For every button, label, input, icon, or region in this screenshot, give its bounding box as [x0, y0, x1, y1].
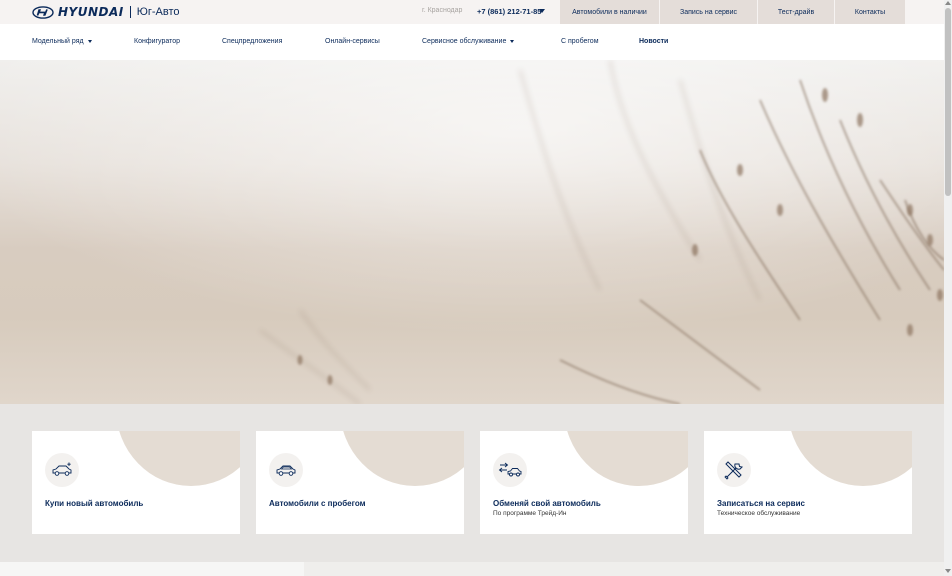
trade-in-icon	[498, 462, 522, 477]
card-decoration	[788, 431, 912, 486]
nav-item-label: Конфигуратор	[134, 38, 181, 45]
main-nav: Модельный ряд Конфигуратор Спецпредложен…	[0, 24, 944, 60]
card-title: Автомобили с пробегом	[269, 499, 366, 508]
service-booking-button[interactable]: Запись на сервис	[660, 0, 758, 24]
card-title: Купи новый автомобиль	[45, 499, 144, 508]
page-scrollbar[interactable]	[944, 0, 952, 576]
card-decoration	[340, 431, 464, 486]
phone-number[interactable]: +7 (861) 212-71-85	[477, 7, 541, 16]
nav-item-label: Онлайн-сервисы	[325, 38, 380, 45]
new-car-icon	[52, 462, 72, 476]
card-subtitle: Техническое обслуживание	[717, 510, 801, 517]
nav-item-label: Спецпредложения	[222, 38, 283, 45]
hyundai-logo-icon	[32, 5, 54, 19]
card-service-booking[interactable]: Записаться на сервис Техническое обслужи…	[704, 431, 912, 534]
city-selector[interactable]: г. Краснодар	[422, 7, 462, 14]
nav-item-news[interactable]: Новости	[639, 38, 668, 45]
nav-item-configurator[interactable]: Конфигуратор	[134, 38, 180, 45]
card-icon-wrap	[269, 453, 303, 487]
logo[interactable]: HYUNDAI Юг-Авто	[32, 5, 180, 19]
services-cards: Купи новый автомобиль Автомобили с пробе…	[0, 404, 944, 562]
nav-item-label: Сервисное обслуживание	[422, 38, 507, 45]
next-section-panel	[0, 562, 304, 576]
scroll-down-icon[interactable]	[945, 569, 951, 573]
nav-item-special-offers[interactable]: Спецпредложения	[222, 38, 282, 45]
card-buy-new-car[interactable]: Купи новый автомобиль	[32, 431, 240, 534]
brand-wordmark: HYUNDAI	[58, 5, 124, 19]
card-icon-wrap	[717, 453, 751, 487]
card-used-cars[interactable]: Автомобили с пробегом	[256, 431, 464, 534]
card-icon-wrap	[493, 453, 527, 487]
scroll-thumb[interactable]	[945, 8, 951, 196]
card-decoration	[564, 431, 688, 486]
top-bar: HYUNDAI Юг-Авто г. Краснодар +7 (861) 21…	[0, 0, 944, 24]
card-trade-in[interactable]: Обменяй свой автомобиль По программе Тре…	[480, 431, 688, 534]
cars-in-stock-button[interactable]: Автомобили в наличии	[560, 0, 660, 24]
test-drive-button[interactable]: Тест-драйв	[758, 0, 835, 24]
card-title: Записаться на сервис	[717, 499, 805, 508]
nav-item-label: Новости	[639, 38, 669, 45]
contacts-button[interactable]: Контакты	[835, 0, 906, 24]
hero-banner[interactable]	[0, 60, 944, 404]
dry-grass-image	[0, 60, 944, 404]
nav-item-label: Модельный ряд	[32, 38, 84, 45]
card-decoration	[116, 431, 240, 486]
scroll-up-icon[interactable]	[945, 1, 951, 5]
chevron-down-icon	[87, 40, 92, 43]
service-tools-icon	[724, 461, 744, 480]
used-car-icon	[276, 465, 296, 476]
phone-dropdown-icon[interactable]	[539, 9, 545, 13]
nav-item-model-range[interactable]: Модельный ряд	[32, 38, 92, 45]
card-title: Обменяй свой автомобиль	[493, 499, 601, 508]
chevron-down-icon	[510, 40, 515, 43]
card-subtitle: По программе Трейд-Ин	[493, 510, 567, 517]
nav-item-label: С пробегом	[561, 38, 599, 45]
next-section-strip	[0, 562, 944, 576]
logo-divider	[129, 6, 131, 18]
nav-item-online-services[interactable]: Онлайн-сервисы	[325, 38, 380, 45]
nav-item-used-cars[interactable]: С пробегом	[561, 38, 599, 45]
card-icon-wrap	[45, 453, 79, 487]
top-buttons: Автомобили в наличии Запись на сервис Те…	[560, 0, 906, 24]
nav-item-service-maintenance[interactable]: Сервисное обслуживание	[422, 38, 515, 45]
dealer-name: Юг-Авто	[136, 6, 180, 18]
